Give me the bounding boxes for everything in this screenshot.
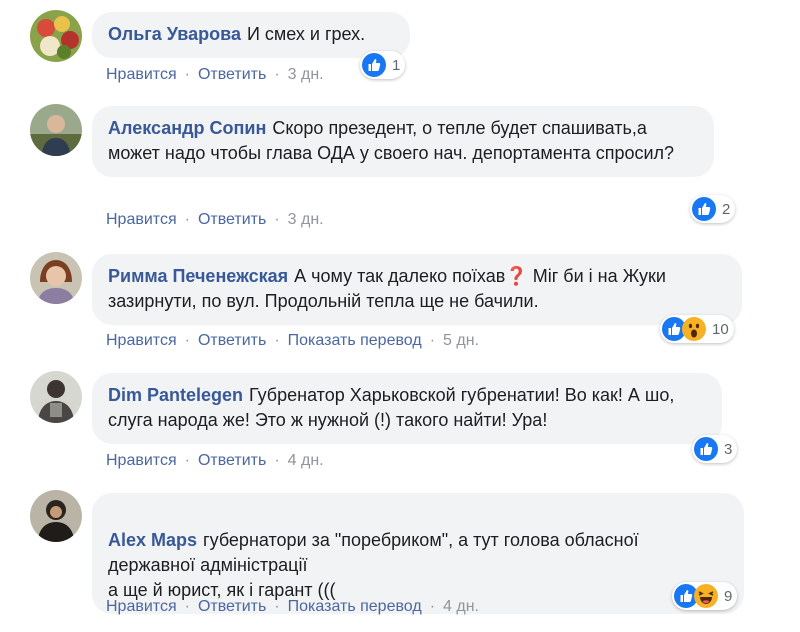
separator: · bbox=[429, 598, 436, 615]
separator: · bbox=[274, 211, 280, 228]
reaction-count: 9 bbox=[724, 587, 733, 605]
reply-link[interactable]: Ответить bbox=[198, 332, 266, 349]
like-link[interactable]: Нравится bbox=[106, 211, 177, 228]
separator: · bbox=[184, 452, 190, 469]
reply-link[interactable]: Ответить bbox=[198, 452, 266, 469]
avatar[interactable] bbox=[30, 252, 82, 304]
comment-bubble: Dim Pantelegen Губренатор Харьковской губ… bbox=[92, 373, 722, 444]
separator: · bbox=[429, 332, 436, 349]
separator: · bbox=[184, 598, 190, 615]
comment-author[interactable]: Римма Печенежская bbox=[108, 266, 288, 286]
timestamp[interactable]: 5 дн. bbox=[443, 332, 479, 349]
reaction-summary[interactable]: 3 bbox=[692, 435, 738, 463]
comment-actions: Нравится · Ответить · Показать перевод · 4 дн. bbox=[106, 598, 479, 616]
reply-link[interactable]: Ответить bbox=[198, 211, 266, 228]
separator: · bbox=[274, 332, 280, 349]
reaction-summary[interactable]: 2 bbox=[690, 195, 736, 223]
separator: · bbox=[184, 332, 190, 349]
comment-actions: Нравится · Ответить · 4 дн. bbox=[106, 452, 324, 470]
comment-bubble: Римма Печенежская А чому так далеко поїха… bbox=[92, 254, 742, 325]
like-icon bbox=[694, 437, 718, 461]
separator: · bbox=[184, 66, 190, 83]
reaction-summary[interactable]: 1 bbox=[360, 51, 406, 79]
wow-icon bbox=[682, 317, 706, 341]
separator: · bbox=[274, 598, 280, 615]
translate-link[interactable]: Показать перевод bbox=[288, 598, 422, 615]
avatar[interactable] bbox=[30, 10, 82, 62]
comment-bubble: Александр Сопин Скоро презедент, о тепле … bbox=[92, 106, 714, 177]
like-icon bbox=[362, 53, 386, 77]
like-icon bbox=[692, 197, 716, 221]
like-link[interactable]: Нравится bbox=[106, 332, 177, 349]
comment-bubble: Ольга Уварова И смех и грех. bbox=[92, 12, 410, 58]
comment-author[interactable]: Dim Pantelegen bbox=[108, 385, 243, 405]
haha-icon bbox=[694, 584, 718, 608]
comment-author[interactable]: Ольга Уварова bbox=[108, 24, 241, 44]
comment-bubble: Alex Maps губернатори за "поребриком", а … bbox=[92, 493, 744, 614]
translate-link[interactable]: Показать перевод bbox=[288, 332, 422, 349]
like-link[interactable]: Нравится bbox=[106, 66, 177, 83]
separator: · bbox=[274, 452, 280, 469]
comment-author[interactable]: Alex Maps bbox=[108, 530, 197, 550]
reply-link[interactable]: Ответить bbox=[198, 66, 266, 83]
like-link[interactable]: Нравится bbox=[106, 598, 177, 615]
avatar[interactable] bbox=[30, 104, 82, 156]
reaction-summary[interactable]: 9 bbox=[672, 582, 738, 610]
comment-text: И смех и грех. bbox=[246, 24, 366, 44]
separator: · bbox=[184, 211, 190, 228]
reaction-summary[interactable]: 10 bbox=[660, 315, 734, 343]
comment-actions: Нравится · Ответить · Показать перевод · 5 дн. bbox=[106, 332, 479, 350]
separator: · bbox=[274, 66, 280, 83]
reaction-count: 10 bbox=[712, 320, 729, 338]
timestamp[interactable]: 4 дн. bbox=[443, 598, 479, 615]
comment-author[interactable]: Александр Сопин bbox=[108, 118, 266, 138]
avatar[interactable] bbox=[30, 371, 82, 423]
avatar[interactable] bbox=[30, 490, 82, 542]
reaction-count: 3 bbox=[724, 440, 733, 458]
timestamp[interactable]: 4 дн. bbox=[288, 452, 324, 469]
timestamp[interactable]: 3 дн. bbox=[288, 66, 324, 83]
timestamp[interactable]: 3 дн. bbox=[288, 211, 324, 228]
reaction-count: 2 bbox=[722, 200, 731, 218]
comment-actions: Нравится · Ответить · 3 дн. bbox=[106, 66, 324, 84]
like-link[interactable]: Нравится bbox=[106, 452, 177, 469]
reaction-count: 1 bbox=[392, 56, 401, 74]
reply-link[interactable]: Ответить bbox=[198, 598, 266, 615]
comment-actions: Нравится · Ответить · 3 дн. bbox=[106, 211, 324, 229]
